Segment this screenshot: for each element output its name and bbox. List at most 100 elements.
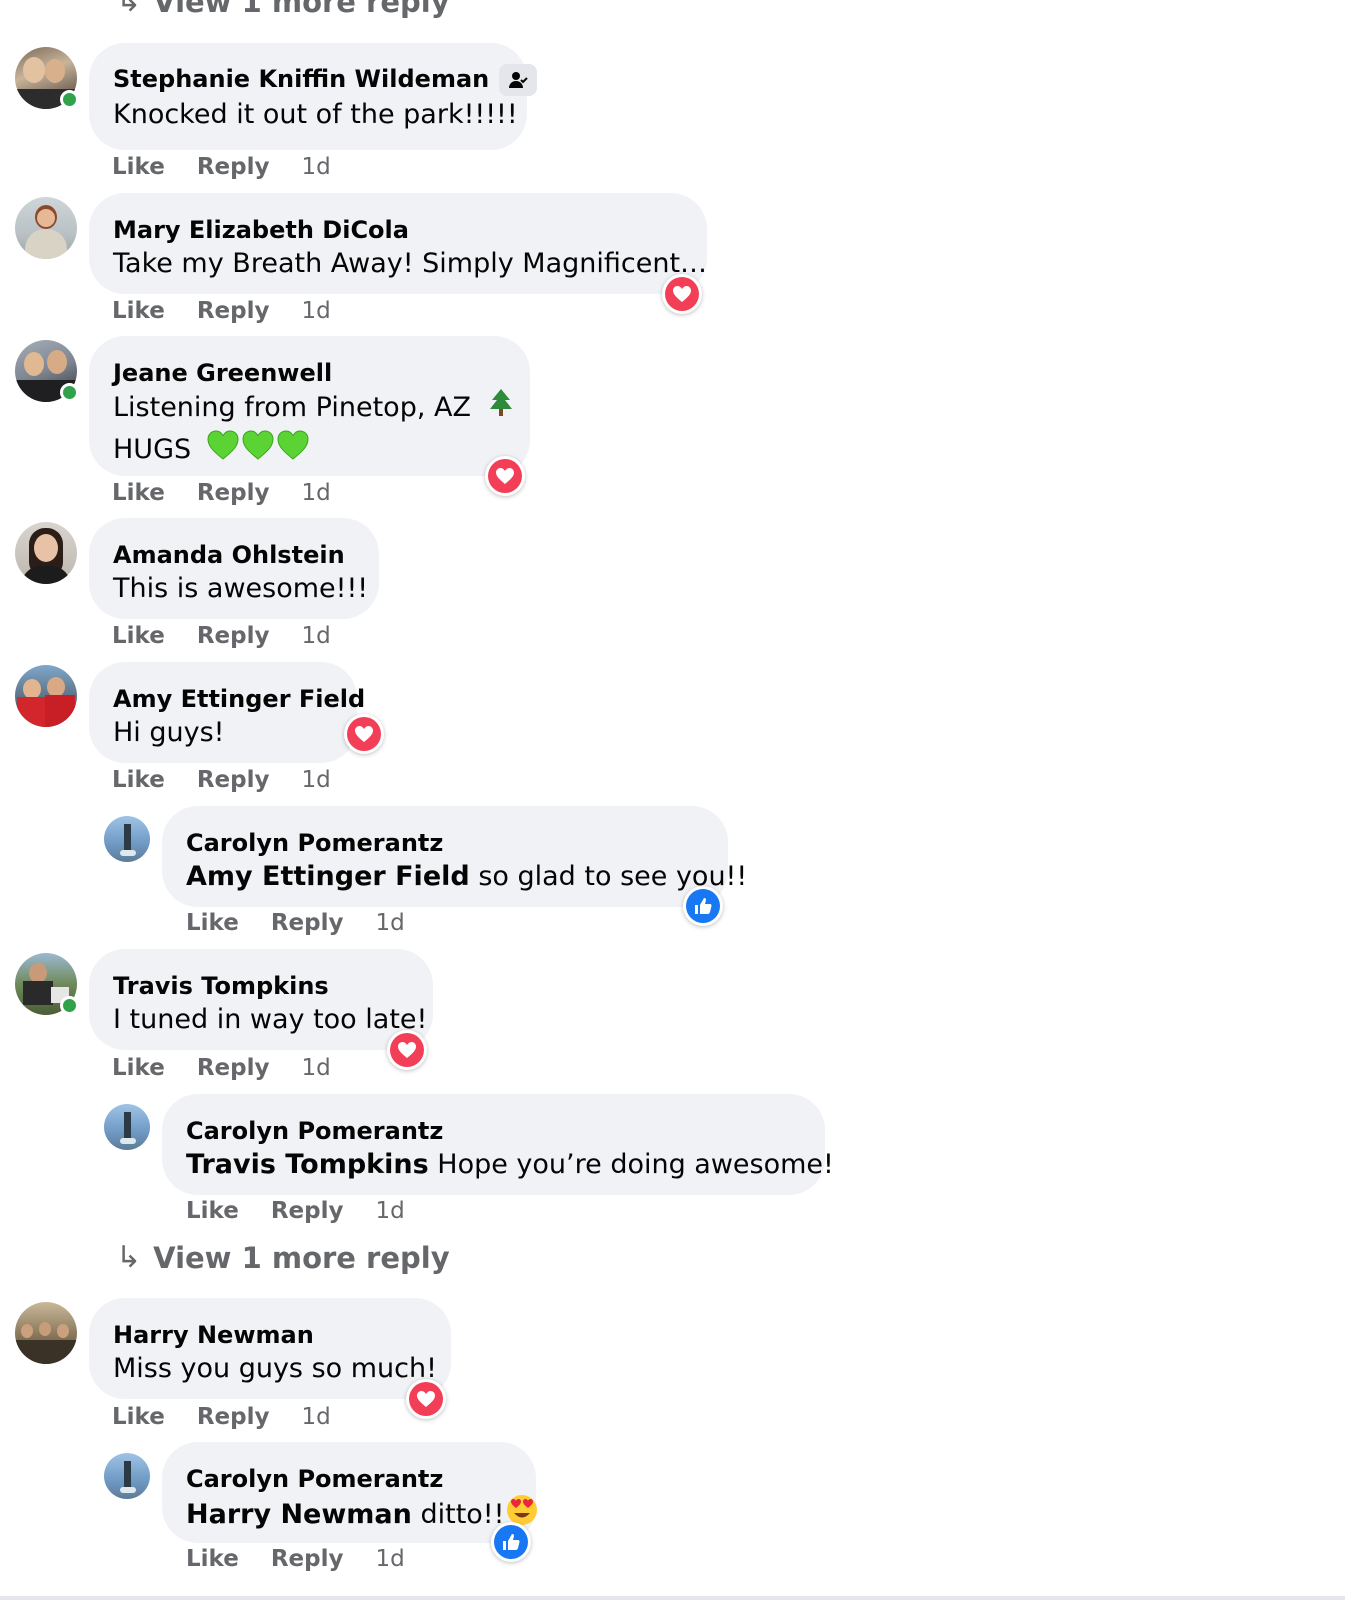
like-button[interactable]: Like	[186, 910, 239, 936]
comment-timestamp[interactable]: 1d	[375, 1198, 404, 1224]
comment-author[interactable]: Carolyn Pomerantz	[186, 1116, 801, 1146]
comment-text: I tuned in way too late!	[113, 1004, 428, 1035]
reply-button[interactable]: Reply	[197, 1404, 270, 1430]
comment-author[interactable]: Carolyn Pomerantz	[186, 828, 704, 858]
avatar[interactable]	[15, 1302, 77, 1364]
reply-button[interactable]: Reply	[197, 298, 270, 324]
reply-button[interactable]: Reply	[197, 623, 270, 649]
comment-author[interactable]: Mary Elizabeth DiCola	[113, 215, 683, 245]
comment-bubble: Stephanie Kniffin Wildeman Knocked it ou…	[89, 43, 538, 150]
comment-text: Harry Newman ditto!!	[186, 1494, 538, 1537]
comment-author[interactable]: Jeane Greenwell	[113, 358, 506, 388]
view-more-label: View 1 more reply	[153, 0, 450, 19]
comment-text-line2: HUGS	[113, 429, 506, 472]
comment-timestamp[interactable]: 1d	[301, 154, 330, 180]
comment-actions: Like Reply 1d	[112, 154, 331, 180]
reply-bubble: Carolyn Pomerantz Harry Newman ditto!!	[162, 1442, 538, 1543]
reply-button[interactable]: Reply	[197, 154, 270, 180]
like-button[interactable]: Like	[112, 1404, 165, 1430]
online-status-dot	[60, 996, 79, 1015]
comment-timestamp[interactable]: 1d	[375, 910, 404, 936]
comment-text: Hi guys!	[113, 717, 225, 748]
reply-arrow-icon: ↳	[116, 0, 142, 19]
like-button[interactable]: Like	[112, 154, 165, 180]
like-button[interactable]: Like	[112, 480, 165, 506]
comment-timestamp[interactable]: 1d	[375, 1546, 404, 1572]
reply-button[interactable]: Reply	[197, 1055, 270, 1081]
comment-bubble: Harry Newman Miss you guys so much!	[89, 1298, 451, 1399]
comment-author[interactable]: Travis Tompkins	[113, 971, 409, 1001]
comment-text: Amy Ettinger Field so glad to see you!!	[186, 861, 748, 892]
mention-link[interactable]: Amy Ettinger Field	[186, 861, 470, 892]
like-button[interactable]: Like	[186, 1546, 239, 1572]
comment-timestamp[interactable]: 1d	[301, 298, 330, 324]
reply-bubble: Carolyn Pomerantz Amy Ettinger Field so …	[162, 806, 748, 907]
comment-author[interactable]: Amy Ettinger Field	[113, 684, 365, 714]
view-more-label: View 1 more reply	[153, 1240, 450, 1275]
comment-timestamp[interactable]: 1d	[301, 1055, 330, 1081]
reply-button[interactable]: Reply	[271, 1198, 344, 1224]
like-button[interactable]: Like	[112, 767, 165, 793]
mention-link[interactable]: Travis Tompkins	[186, 1149, 429, 1180]
reply-button[interactable]: Reply	[271, 910, 344, 936]
online-status-dot	[60, 383, 79, 402]
love-reaction-icon[interactable]	[662, 274, 702, 314]
comment-actions: Like Reply 1d	[112, 480, 331, 506]
comment-actions: Like Reply 1d	[112, 767, 331, 793]
comment-text: Listening from Pinetop, AZ	[113, 388, 512, 429]
avatar[interactable]	[104, 816, 150, 862]
avatar[interactable]	[104, 1104, 150, 1150]
comment-bubble: Amanda Ohlstein This is awesome!!!	[89, 518, 379, 619]
like-button[interactable]: Like	[112, 623, 165, 649]
avatar[interactable]	[104, 1453, 150, 1499]
avatar[interactable]	[15, 47, 79, 109]
reply-button[interactable]: Reply	[197, 767, 270, 793]
comment-author[interactable]: Harry Newman	[113, 1320, 427, 1350]
comment-actions: Like Reply 1d	[186, 1546, 405, 1572]
comment-author[interactable]: Stephanie Kniffin Wildeman	[113, 64, 538, 96]
reply-arrow-icon: ↳	[116, 1240, 142, 1275]
comment-actions: Like Reply 1d	[112, 1404, 331, 1430]
avatar[interactable]	[15, 665, 77, 727]
avatar[interactable]	[15, 340, 79, 402]
avatar[interactable]	[15, 522, 77, 584]
avatar[interactable]	[15, 953, 79, 1015]
love-reaction-icon[interactable]	[387, 1030, 427, 1070]
comment-text: Travis Tompkins Hope you’re doing awesom…	[186, 1149, 834, 1180]
green-heart-emoji-icon	[206, 429, 310, 472]
comment-author[interactable]: Carolyn Pomerantz	[186, 1464, 512, 1494]
comment-bubble: Jeane Greenwell Listening from Pinetop, …	[89, 336, 530, 476]
avatar[interactable]	[15, 197, 77, 259]
comment-author[interactable]: Amanda Ohlstein	[113, 540, 355, 570]
like-reaction-icon[interactable]	[683, 886, 723, 926]
comment-timestamp[interactable]: 1d	[301, 1404, 330, 1430]
top-fan-badge-icon	[499, 64, 538, 96]
love-reaction-icon[interactable]	[344, 714, 384, 754]
mention-link[interactable]: Harry Newman	[186, 1499, 412, 1530]
comment-actions: Like Reply 1d	[112, 298, 331, 324]
comment-actions: Like Reply 1d	[112, 1055, 331, 1081]
like-button[interactable]: Like	[186, 1198, 239, 1224]
like-reaction-icon[interactable]	[491, 1522, 531, 1562]
comment-text: Miss you guys so much!	[113, 1353, 437, 1384]
comment-text: Knocked it out of the park!!!!!	[113, 99, 518, 130]
comment-actions: Like Reply 1d	[112, 623, 331, 649]
like-button[interactable]: Like	[112, 298, 165, 324]
comment-timestamp[interactable]: 1d	[301, 623, 330, 649]
comment-timestamp[interactable]: 1d	[301, 767, 330, 793]
comment-text: Take my Breath Away! Simply Magnificent…	[113, 248, 708, 279]
view-more-replies[interactable]: ↳ View 1 more reply	[116, 1240, 450, 1275]
comment-timestamp[interactable]: 1d	[301, 480, 330, 506]
reply-bubble: Carolyn Pomerantz Travis Tompkins Hope y…	[162, 1094, 834, 1195]
view-more-replies-top[interactable]: ↳ View 1 more reply	[116, 0, 450, 19]
comment-actions: Like Reply 1d	[186, 910, 405, 936]
bottom-divider	[0, 1596, 1345, 1600]
like-button[interactable]: Like	[112, 1055, 165, 1081]
reply-button[interactable]: Reply	[271, 1546, 344, 1572]
love-reaction-icon[interactable]	[406, 1379, 446, 1419]
comment-actions: Like Reply 1d	[186, 1198, 405, 1224]
comment-bubble: Travis Tompkins I tuned in way too late!	[89, 949, 433, 1050]
reply-button[interactable]: Reply	[197, 480, 270, 506]
love-reaction-icon[interactable]	[485, 456, 525, 496]
evergreen-tree-emoji-icon	[488, 388, 514, 429]
